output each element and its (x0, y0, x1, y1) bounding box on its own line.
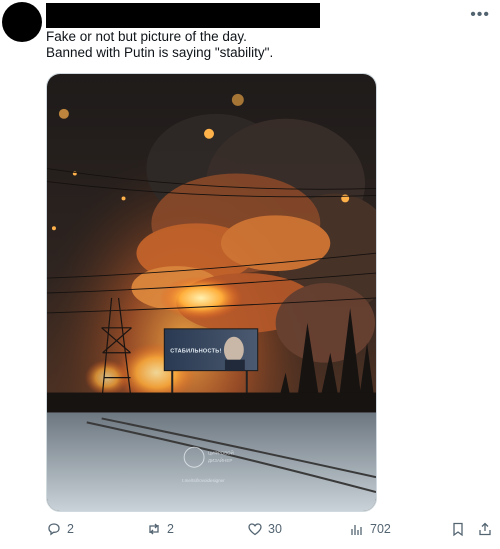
post-image[interactable]: СТАБИЛЬНОСТЬ! ЦИФРОВОЙ ДИЗАЙНЕР t.me/tsi… (46, 73, 377, 512)
avatar[interactable] (2, 2, 42, 42)
like-icon (248, 523, 262, 536)
share-button[interactable] (477, 521, 493, 537)
views-count: 702 (370, 522, 391, 536)
redacted-author-name (46, 3, 320, 28)
post-text-line-1: Fake or not but picture of the day. (46, 29, 247, 44)
reply-icon (48, 523, 60, 536)
reply-count: 2 (67, 522, 74, 536)
more-icon[interactable]: ••• (470, 6, 490, 24)
bookmark-button[interactable] (450, 521, 466, 537)
post-text-line-2: Banned with Putin is saying "stability". (46, 45, 274, 60)
watermark-line-1: ЦИФРОВОЙ (208, 448, 234, 455)
share-icon (479, 522, 491, 536)
like-count: 30 (268, 522, 282, 536)
watermark-line-2: ДИЗАЙНЕР (208, 456, 232, 463)
like-button[interactable]: 30 (247, 521, 282, 537)
repost-count: 2 (167, 522, 174, 536)
fire-core (159, 276, 243, 320)
billboard-text: СТАБИЛЬНОСТЬ! (170, 349, 221, 355)
action-bar: 2 2 30 702 (46, 521, 496, 543)
views-button[interactable]: 702 (349, 521, 391, 537)
repost-icon (149, 523, 159, 535)
bookmark-icon (453, 522, 463, 537)
watermark-handle: t.me/tsifrovoidesigner (182, 478, 225, 483)
post-text: Fake or not but picture of the day. Bann… (46, 29, 466, 61)
views-icon (351, 525, 362, 535)
reply-button[interactable]: 2 (46, 521, 74, 537)
repost-button[interactable]: 2 (146, 521, 174, 537)
